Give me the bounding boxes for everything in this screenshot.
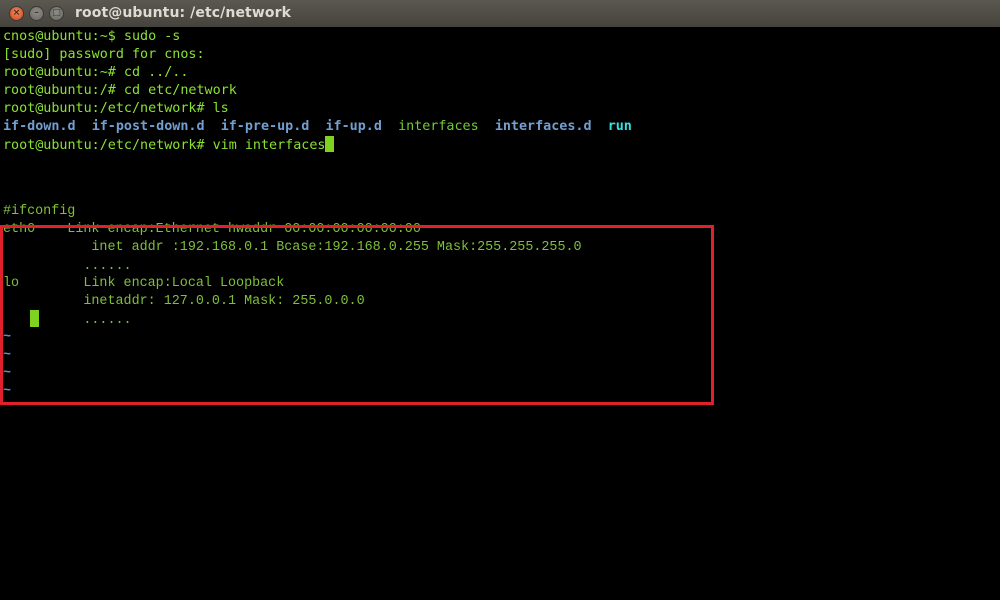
- command: ls: [204, 101, 229, 116]
- shell-line: root@ubuntu:/etc/network# ls: [3, 100, 229, 118]
- minimize-icon: –: [34, 8, 39, 18]
- title-bar[interactable]: × – □ root@ubuntu: /etc/network: [0, 0, 1000, 27]
- ls-entry-dir: if-pre-up.d: [220, 119, 310, 134]
- maximize-icon: □: [52, 8, 61, 18]
- prompt: root@ubuntu:~#: [3, 65, 116, 80]
- ls-entry-dir: run: [607, 119, 632, 134]
- command: vim interfaces: [204, 138, 326, 153]
- prompt: root@ubuntu:/etc/network#: [3, 138, 205, 153]
- shell-line: root@ubuntu:/etc/network# vim interfaces: [3, 136, 335, 155]
- command: sudo -s: [115, 29, 181, 44]
- command: cd ../..: [115, 65, 189, 80]
- ls-entry-file: interfaces: [398, 119, 479, 134]
- minimize-button[interactable]: –: [29, 6, 44, 21]
- shell-line: [sudo] password for cnos:: [3, 46, 205, 64]
- output-text: [sudo] password for cnos:: [3, 47, 205, 62]
- ls-entry-dir: if-up.d: [325, 119, 382, 134]
- prompt: root@ubuntu:/etc/network#: [3, 101, 205, 116]
- annotation-highlight-box: [0, 225, 714, 405]
- ls-output: if-down.d if-post-down.d if-pre-up.d if-…: [3, 118, 632, 136]
- shell-line: cnos@ubuntu:~$ sudo -s: [3, 28, 180, 46]
- ls-entry-dir: if-down.d: [3, 119, 76, 134]
- window-title: root@ubuntu: /etc/network: [75, 5, 292, 21]
- maximize-button[interactable]: □: [49, 6, 64, 21]
- close-icon: ×: [12, 8, 21, 18]
- prompt: root@ubuntu:/#: [3, 83, 116, 98]
- ls-entry-dir: interfaces.d: [494, 119, 592, 134]
- shell-line: root@ubuntu:/# cd etc/network: [3, 82, 237, 100]
- command: cd etc/network: [115, 83, 237, 98]
- ls-entry-dir: if-post-down.d: [91, 119, 205, 134]
- close-button[interactable]: ×: [9, 6, 24, 21]
- prompt: cnos@ubuntu:~$: [3, 29, 116, 44]
- terminal-area[interactable]: cnos@ubuntu:~$ sudo -s [sudo] password f…: [0, 27, 1000, 600]
- terminal-window: × – □ root@ubuntu: /etc/network cnos@ubu…: [0, 0, 1000, 600]
- terminal-cursor: [325, 136, 335, 152]
- vim-line: #ifconfig: [3, 204, 76, 219]
- shell-line: root@ubuntu:~# cd ../..: [3, 64, 188, 82]
